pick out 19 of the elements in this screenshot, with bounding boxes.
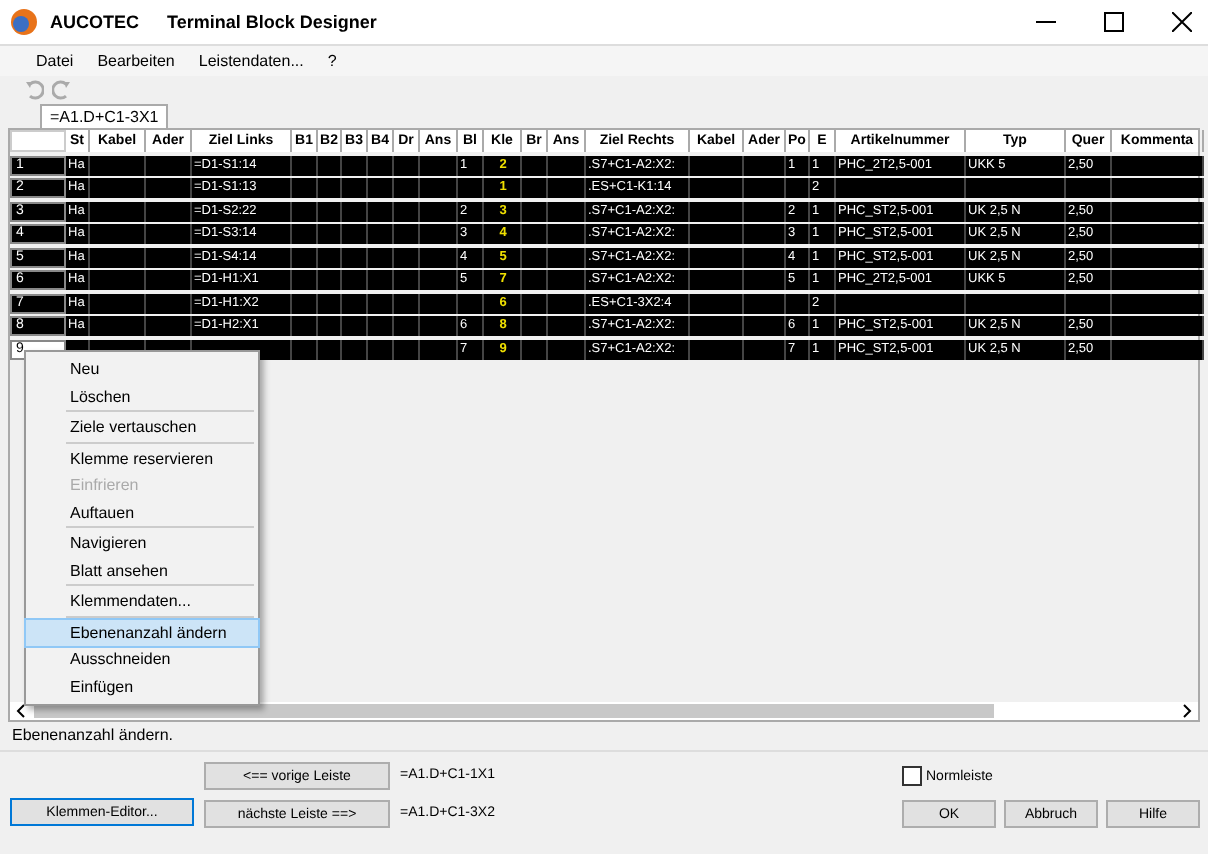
context-menu-item[interactable]: Ebenenanzahl ändern xyxy=(26,619,258,646)
context-menu-item[interactable]: Klemme reservieren xyxy=(26,445,258,472)
context-menu-item[interactable]: Klemmendaten... xyxy=(26,588,258,615)
context-menu-item[interactable]: Einfügen xyxy=(26,673,258,700)
context-menu-item[interactable]: Ziele vertauschen xyxy=(26,414,258,441)
status-text: Ebenenanzahl ändern. xyxy=(0,722,1208,752)
context-menu-item[interactable]: Löschen xyxy=(26,383,258,410)
menu-item[interactable]: Bearbeiten xyxy=(97,52,175,70)
context-menu-item[interactable]: Ausschneiden xyxy=(26,646,258,673)
brand-name: AUCOTEC xyxy=(50,12,139,32)
sheet-tab[interactable]: =A1.D+C1-3X1 xyxy=(40,104,169,128)
menu-item[interactable]: ? xyxy=(327,52,337,70)
context-menu-item[interactable]: Auftauen xyxy=(26,499,258,526)
context-menu-item[interactable]: Neu xyxy=(26,356,258,383)
context-menu-item[interactable]: Blatt ansehen xyxy=(26,557,258,584)
menu-item[interactable]: Leistendaten... xyxy=(198,52,304,70)
context-menu-item[interactable]: Navigieren xyxy=(26,530,258,557)
menu-item[interactable]: Datei xyxy=(36,52,74,70)
window-title: Terminal Block Designer xyxy=(167,12,377,32)
